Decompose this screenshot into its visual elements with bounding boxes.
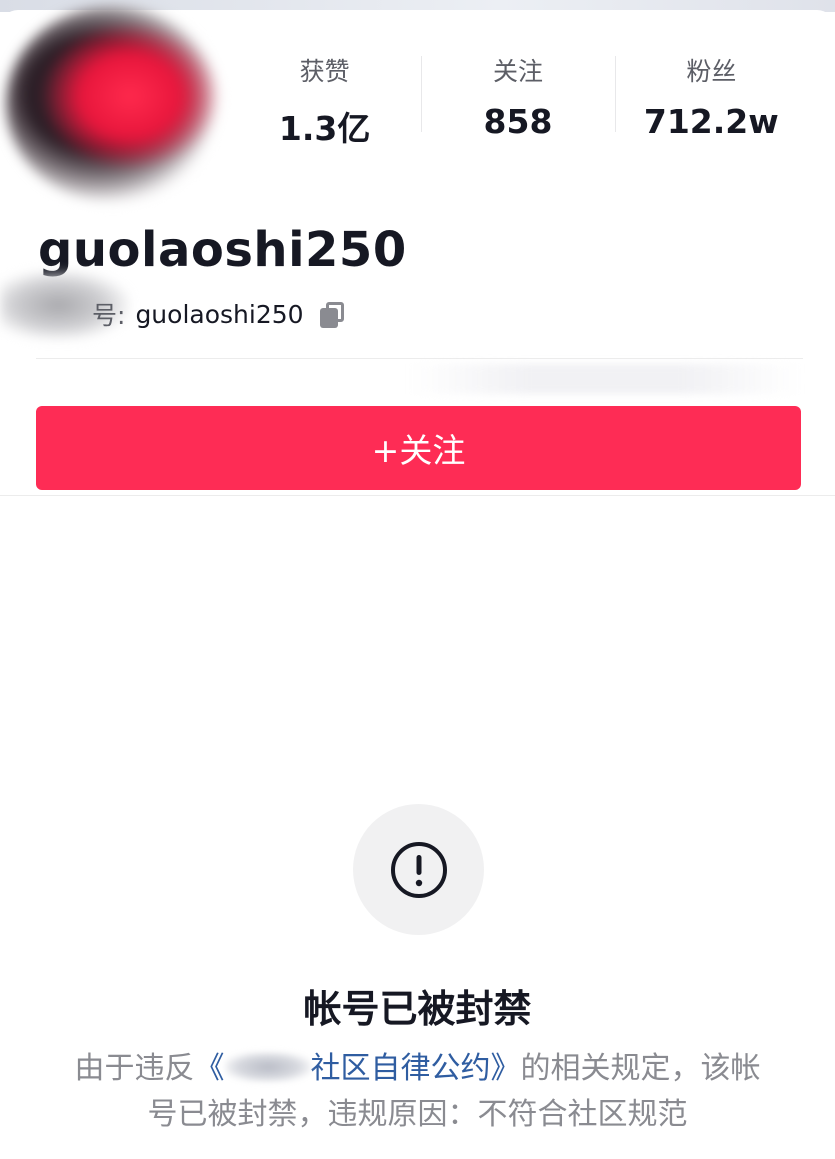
- convention-link[interactable]: 社区自律公约》: [311, 1051, 521, 1086]
- avatar[interactable]: [6, 6, 220, 202]
- divider: [36, 358, 803, 359]
- stat-followers[interactable]: 粉丝 712.2w: [614, 46, 808, 156]
- stat-likes[interactable]: 获赞 1.3亿: [228, 46, 421, 156]
- blurred-region: [224, 1052, 311, 1082]
- copy-icon[interactable]: [318, 300, 346, 328]
- warning-badge: [353, 804, 484, 935]
- ban-title: 帐号已被封禁: [303, 987, 532, 1031]
- account-id-row: 号: guolaoshi250: [92, 296, 346, 332]
- convention-link-bracket[interactable]: 《: [195, 1051, 225, 1086]
- blurred-region: [410, 364, 800, 394]
- stats-row: 获赞 1.3亿 关注 858 粉丝 712.2w: [228, 46, 808, 156]
- stat-label: 关注: [492, 57, 543, 86]
- ban-description: 由于违反《 社区自律公约》的相关规定，该帐号已被封禁，违规原因：不符合社区规范: [60, 1046, 775, 1138]
- stat-value: 858: [483, 102, 553, 141]
- stat-label: 粉丝: [686, 57, 737, 86]
- account-id-prefix: 号:: [92, 301, 126, 330]
- stat-value: 712.2w: [643, 102, 779, 141]
- exclamation-circle-icon: [390, 841, 447, 898]
- ban-desc-prefix: 由于违反: [74, 1051, 195, 1086]
- profile-page: 获赞 1.3亿 关注 858 粉丝 712.2w guolaoshi250 号:…: [0, 0, 835, 1159]
- profile-header-card: 获赞 1.3亿 关注 858 粉丝 712.2w guolaoshi250 号:…: [0, 6, 835, 496]
- follow-button[interactable]: +关注: [36, 406, 801, 490]
- stat-value: 1.3亿: [278, 109, 371, 148]
- account-id-value: guolaoshi250: [135, 299, 304, 329]
- stat-label: 获赞: [299, 57, 350, 86]
- stat-following[interactable]: 关注 858: [421, 46, 614, 156]
